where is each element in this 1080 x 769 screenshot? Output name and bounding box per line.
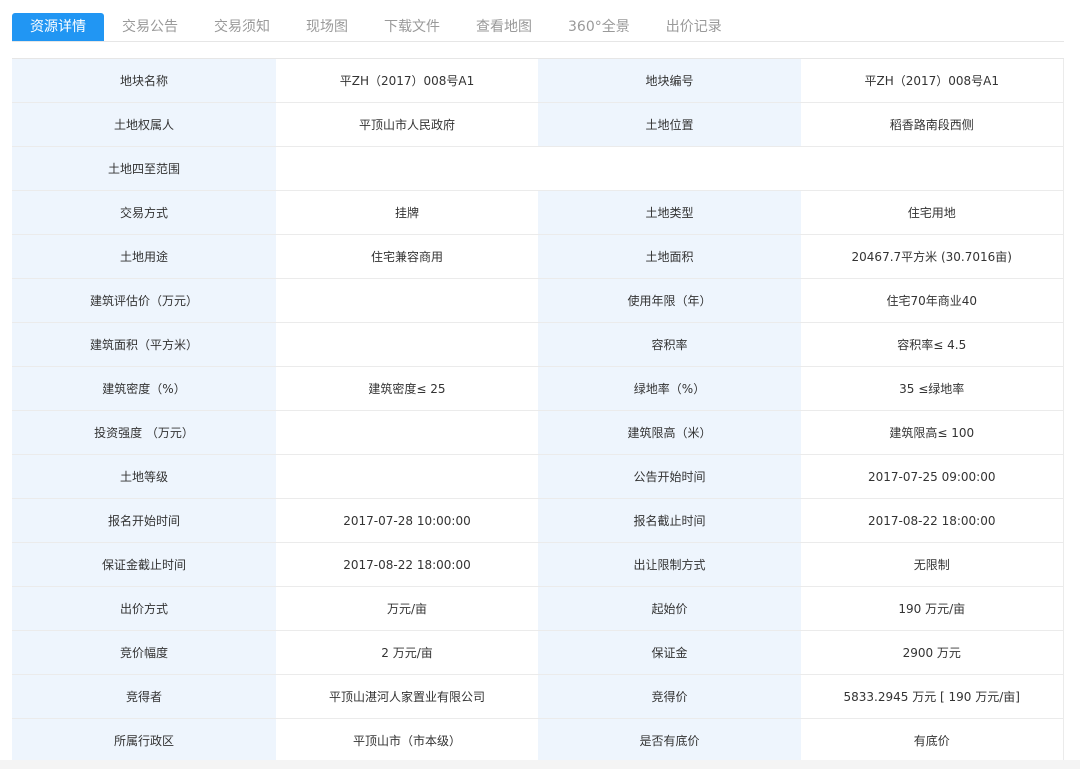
- field-value: [276, 322, 538, 367]
- field-value: 无限制: [801, 542, 1064, 587]
- field-label: 绿地率（%）: [538, 366, 801, 411]
- table-row: 地块名称 平ZH（2017）008号A1 地块编号 平ZH（2017）008号A…: [12, 59, 1064, 103]
- field-label: 竞价幅度: [12, 630, 276, 675]
- field-label: 建筑限高（米）: [538, 410, 801, 455]
- tab-view-map[interactable]: 查看地图: [458, 13, 550, 41]
- detail-table-container: 地块名称 平ZH（2017）008号A1 地块编号 平ZH（2017）008号A…: [12, 58, 1064, 769]
- tab-site-photos[interactable]: 现场图: [288, 13, 366, 41]
- field-value: 有底价: [801, 718, 1064, 763]
- field-value: 稻香路南段西侧: [801, 102, 1064, 147]
- field-value: 190 万元/亩: [801, 586, 1064, 631]
- field-value: 5833.2945 万元 [ 190 万元/亩]: [801, 674, 1064, 719]
- field-value: 2017-07-28 10:00:00: [276, 498, 538, 543]
- field-label: 报名截止时间: [538, 498, 801, 543]
- table-row: 土地用途 住宅兼容商用 土地面积 20467.7平方米 (30.7016亩): [12, 234, 1064, 279]
- tab-trade-notice[interactable]: 交易须知: [196, 13, 288, 41]
- field-label: 地块名称: [12, 59, 276, 103]
- table-row: 竞得者 平顶山湛河人家置业有限公司 竞得价 5833.2945 万元 [ 190…: [12, 674, 1064, 719]
- tab-trade-announcement[interactable]: 交易公告: [104, 13, 196, 41]
- field-value: 平ZH（2017）008号A1: [276, 59, 538, 103]
- field-value: 住宅兼容商用: [276, 234, 538, 279]
- field-value: 2900 万元: [801, 630, 1064, 675]
- field-label: 是否有底价: [538, 718, 801, 763]
- field-value: 平顶山市人民政府: [276, 102, 538, 147]
- field-value: 20467.7平方米 (30.7016亩): [801, 234, 1064, 279]
- field-label: 投资强度 （万元）: [12, 410, 276, 455]
- field-value: 2017-07-25 09:00:00: [801, 454, 1064, 499]
- table-row: 建筑评估价（万元） 使用年限（年） 住宅70年商业40: [12, 278, 1064, 323]
- field-value: 建筑密度≤ 25: [276, 366, 538, 411]
- table-row: 报名开始时间 2017-07-28 10:00:00 报名截止时间 2017-0…: [12, 498, 1064, 543]
- field-label: 土地类型: [538, 190, 801, 235]
- table-row: 交易方式 挂牌 土地类型 住宅用地: [12, 190, 1064, 235]
- field-label: 竞得价: [538, 674, 801, 719]
- table-row: 土地等级 公告开始时间 2017-07-25 09:00:00: [12, 454, 1064, 499]
- field-value: 容积率≤ 4.5: [801, 322, 1064, 367]
- table-row: 所属行政区 平顶山市（市本级） 是否有底价 有底价: [12, 718, 1064, 763]
- land-detail-table: 地块名称 平ZH（2017）008号A1 地块编号 平ZH（2017）008号A…: [12, 59, 1064, 763]
- field-label: 保证金截止时间: [12, 542, 276, 587]
- tab-bid-records[interactable]: 出价记录: [648, 13, 740, 41]
- field-value: 住宅用地: [801, 190, 1064, 235]
- field-value: [276, 146, 1064, 191]
- field-label: 容积率: [538, 322, 801, 367]
- field-label: 出价方式: [12, 586, 276, 631]
- table-row: 建筑密度（%） 建筑密度≤ 25 绿地率（%） 35 ≤绿地率: [12, 366, 1064, 411]
- field-label: 土地四至范围: [12, 146, 276, 191]
- field-value: 平顶山湛河人家置业有限公司: [276, 674, 538, 719]
- table-row: 保证金截止时间 2017-08-22 18:00:00 出让限制方式 无限制: [12, 542, 1064, 587]
- field-value: [276, 410, 538, 455]
- tab-download-files[interactable]: 下载文件: [366, 13, 458, 41]
- field-label: 地块编号: [538, 59, 801, 103]
- bottom-divider: [0, 760, 1080, 769]
- table-row: 建筑面积（平方米） 容积率 容积率≤ 4.5: [12, 322, 1064, 367]
- field-label: 竞得者: [12, 674, 276, 719]
- table-row: 土地四至范围: [12, 146, 1064, 191]
- table-row: 竞价幅度 2 万元/亩 保证金 2900 万元: [12, 630, 1064, 675]
- field-value: 平ZH（2017）008号A1: [801, 59, 1064, 103]
- field-label: 报名开始时间: [12, 498, 276, 543]
- field-label: 土地面积: [538, 234, 801, 279]
- table-row: 土地权属人 平顶山市人民政府 土地位置 稻香路南段西侧: [12, 102, 1064, 147]
- field-value: 2017-08-22 18:00:00: [801, 498, 1064, 543]
- table-row: 投资强度 （万元） 建筑限高（米） 建筑限高≤ 100: [12, 410, 1064, 455]
- tab-resource-details[interactable]: 资源详情: [12, 13, 104, 41]
- field-value: 挂牌: [276, 190, 538, 235]
- tab-bar: 资源详情 交易公告 交易须知 现场图 下载文件 查看地图 360°全景 出价记录: [12, 12, 1064, 42]
- field-label: 建筑面积（平方米）: [12, 322, 276, 367]
- field-value: 2 万元/亩: [276, 630, 538, 675]
- field-value: 住宅70年商业40: [801, 278, 1064, 323]
- field-label: 出让限制方式: [538, 542, 801, 587]
- field-label: 所属行政区: [12, 718, 276, 763]
- field-label: 土地用途: [12, 234, 276, 279]
- field-label: 交易方式: [12, 190, 276, 235]
- field-label: 土地权属人: [12, 102, 276, 147]
- field-label: 土地等级: [12, 454, 276, 499]
- resource-detail-page: 资源详情 交易公告 交易须知 现场图 下载文件 查看地图 360°全景 出价记录…: [0, 0, 1080, 769]
- field-label: 使用年限（年）: [538, 278, 801, 323]
- field-value: 平顶山市（市本级）: [276, 718, 538, 763]
- tab-panorama-360[interactable]: 360°全景: [550, 13, 648, 41]
- field-label: 保证金: [538, 630, 801, 675]
- field-value: 建筑限高≤ 100: [801, 410, 1064, 455]
- field-label: 建筑评估价（万元）: [12, 278, 276, 323]
- field-value: 万元/亩: [276, 586, 538, 631]
- field-label: 公告开始时间: [538, 454, 801, 499]
- field-label: 起始价: [538, 586, 801, 631]
- field-label: 建筑密度（%）: [12, 366, 276, 411]
- field-value: [276, 278, 538, 323]
- table-row: 出价方式 万元/亩 起始价 190 万元/亩: [12, 586, 1064, 631]
- field-value: 2017-08-22 18:00:00: [276, 542, 538, 587]
- field-label: 土地位置: [538, 102, 801, 147]
- field-value: [276, 454, 538, 499]
- field-value: 35 ≤绿地率: [801, 366, 1064, 411]
